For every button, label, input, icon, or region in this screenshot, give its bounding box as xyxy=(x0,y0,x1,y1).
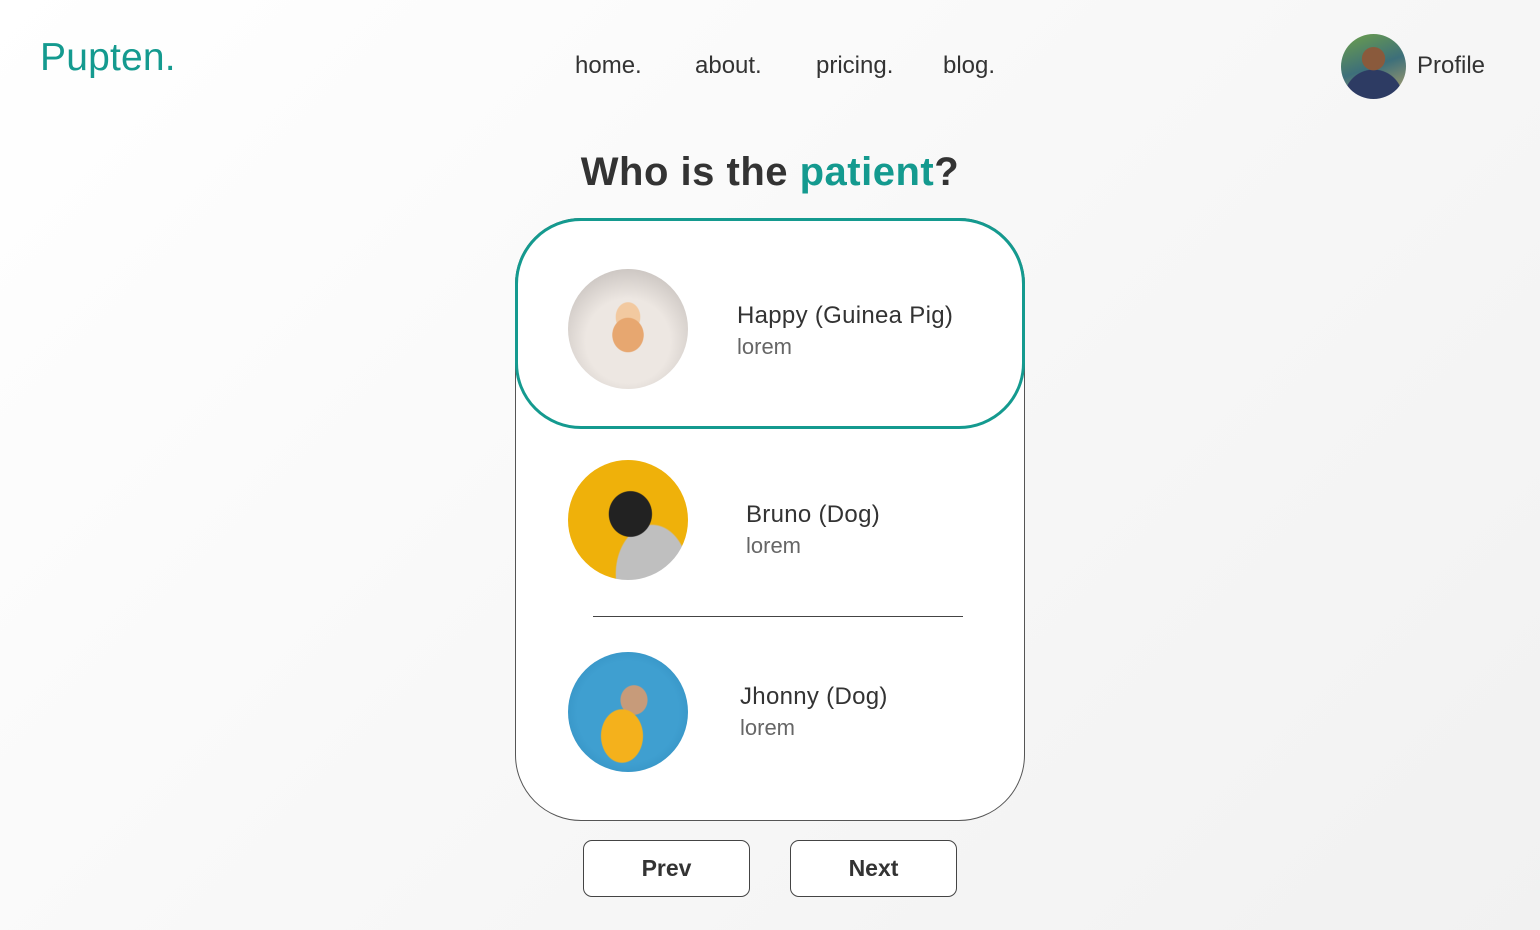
nav-item-pricing[interactable]: pricing. xyxy=(816,52,893,80)
pet-photo-guinea-pig xyxy=(568,269,688,389)
page-title-accent: patient xyxy=(799,150,935,194)
avatar[interactable] xyxy=(1341,34,1406,99)
main-nav: home. about. pricing. blog. xyxy=(0,52,1540,86)
profile-link[interactable]: Profile xyxy=(1341,34,1501,100)
page-title-suffix: ? xyxy=(934,150,960,194)
pet-photo-french-bulldog xyxy=(568,652,688,772)
nav-item-home[interactable]: home. xyxy=(575,52,642,80)
patient-name: Jhonny (Dog) xyxy=(740,683,888,710)
page-title: Who is the patient? xyxy=(0,150,1540,195)
nav-item-blog[interactable]: blog. xyxy=(943,52,995,80)
patient-name: Happy (Guinea Pig) xyxy=(737,302,954,329)
patient-description: lorem xyxy=(746,533,802,558)
profile-label[interactable]: Profile xyxy=(1417,52,1485,80)
patient-description: lorem xyxy=(740,715,796,740)
patient-description: lorem xyxy=(737,334,793,359)
page-title-prefix: Who is the xyxy=(580,150,800,194)
next-button[interactable]: Next xyxy=(790,840,957,897)
patient-list: Happy (Guinea Pig) lorem Bruno (Dog) lor… xyxy=(515,218,1025,821)
patient-option-happy[interactable]: Happy (Guinea Pig) lorem xyxy=(515,218,1025,429)
patient-name: Bruno (Dog) xyxy=(746,501,881,528)
nav-item-about[interactable]: about. xyxy=(695,52,762,80)
patient-option-bruno[interactable]: Bruno (Dog) lorem xyxy=(516,429,1024,639)
list-divider xyxy=(593,616,963,617)
pet-photo-pug xyxy=(568,460,688,580)
patient-option-jhonny[interactable]: Jhonny (Dog) lorem xyxy=(516,619,1024,829)
prev-button[interactable]: Prev xyxy=(583,840,750,897)
